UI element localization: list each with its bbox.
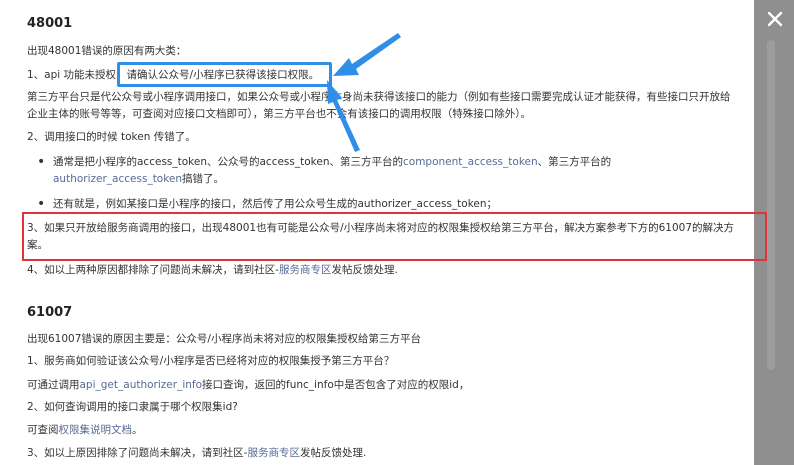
section2-q2: 2、如何查询调用的接口隶属于哪个权限集id?	[27, 401, 238, 413]
section2-intro: 出现61007错误的原因主要是：公众号/小程序尚未将对应的权限集授权给第三方平台	[27, 333, 421, 345]
bullet-list: 通常是把小程序的access_token、公众号的access_token、第三…	[35, 154, 740, 213]
section2-q3: 3、如以上原因排除了问题尚未解决，请到社区-服务商专区发帖反馈处理.	[27, 447, 367, 459]
link-api-get-authorizer-info[interactable]: api_get_authorizer_info	[80, 379, 203, 391]
section1-item1-desc: 第三方平台只是代公众号或小程序调用接口，如果公众号或小程序本身尚未获得该接口的能…	[27, 91, 731, 120]
section2-a2: 可查阅权限集说明文档。	[27, 424, 143, 436]
close-icon	[767, 11, 783, 27]
code-authorizer-token: authorizer_access_token	[53, 173, 183, 185]
list-item: 还有就是，例如某接口是小程序的接口，然后传了用公众号生成的authorizer_…	[35, 196, 740, 213]
annotation-red-box	[22, 212, 767, 261]
item1-prefix: 1、api 功能未授权	[27, 69, 117, 81]
section2-a1: 可通过调用api_get_authorizer_info接口查询，返回的func…	[27, 379, 470, 391]
link-permission-doc[interactable]: 权限集说明文档	[59, 424, 133, 436]
section-title-61007: 61007	[27, 305, 73, 320]
link-service-zone[interactable]: 服务商专区	[279, 264, 332, 276]
close-button[interactable]	[756, 0, 794, 38]
annotation-blue-box	[117, 62, 332, 87]
section1-item4: 4、如以上两种原因都排除了问题尚未解决，请到社区-服务商专区发帖反馈处理.	[27, 264, 398, 276]
section2-q1: 1、服务商如何验证该公众号/小程序是否已经将对应的权限集授予第三方平台？	[27, 355, 395, 367]
scrollbar-thumb[interactable]	[767, 40, 775, 370]
link-service-zone-2[interactable]: 服务商专区	[247, 447, 300, 459]
section1-intro: 出现48001错误的原因有两大类：	[27, 45, 187, 57]
section-title-48001: 48001	[27, 16, 73, 31]
section1-item2: 2、调用接口的时候 token 传错了。	[27, 131, 196, 143]
code-component-token: component_access_token	[403, 156, 538, 168]
list-item: 通常是把小程序的access_token、公众号的access_token、第三…	[35, 154, 740, 188]
